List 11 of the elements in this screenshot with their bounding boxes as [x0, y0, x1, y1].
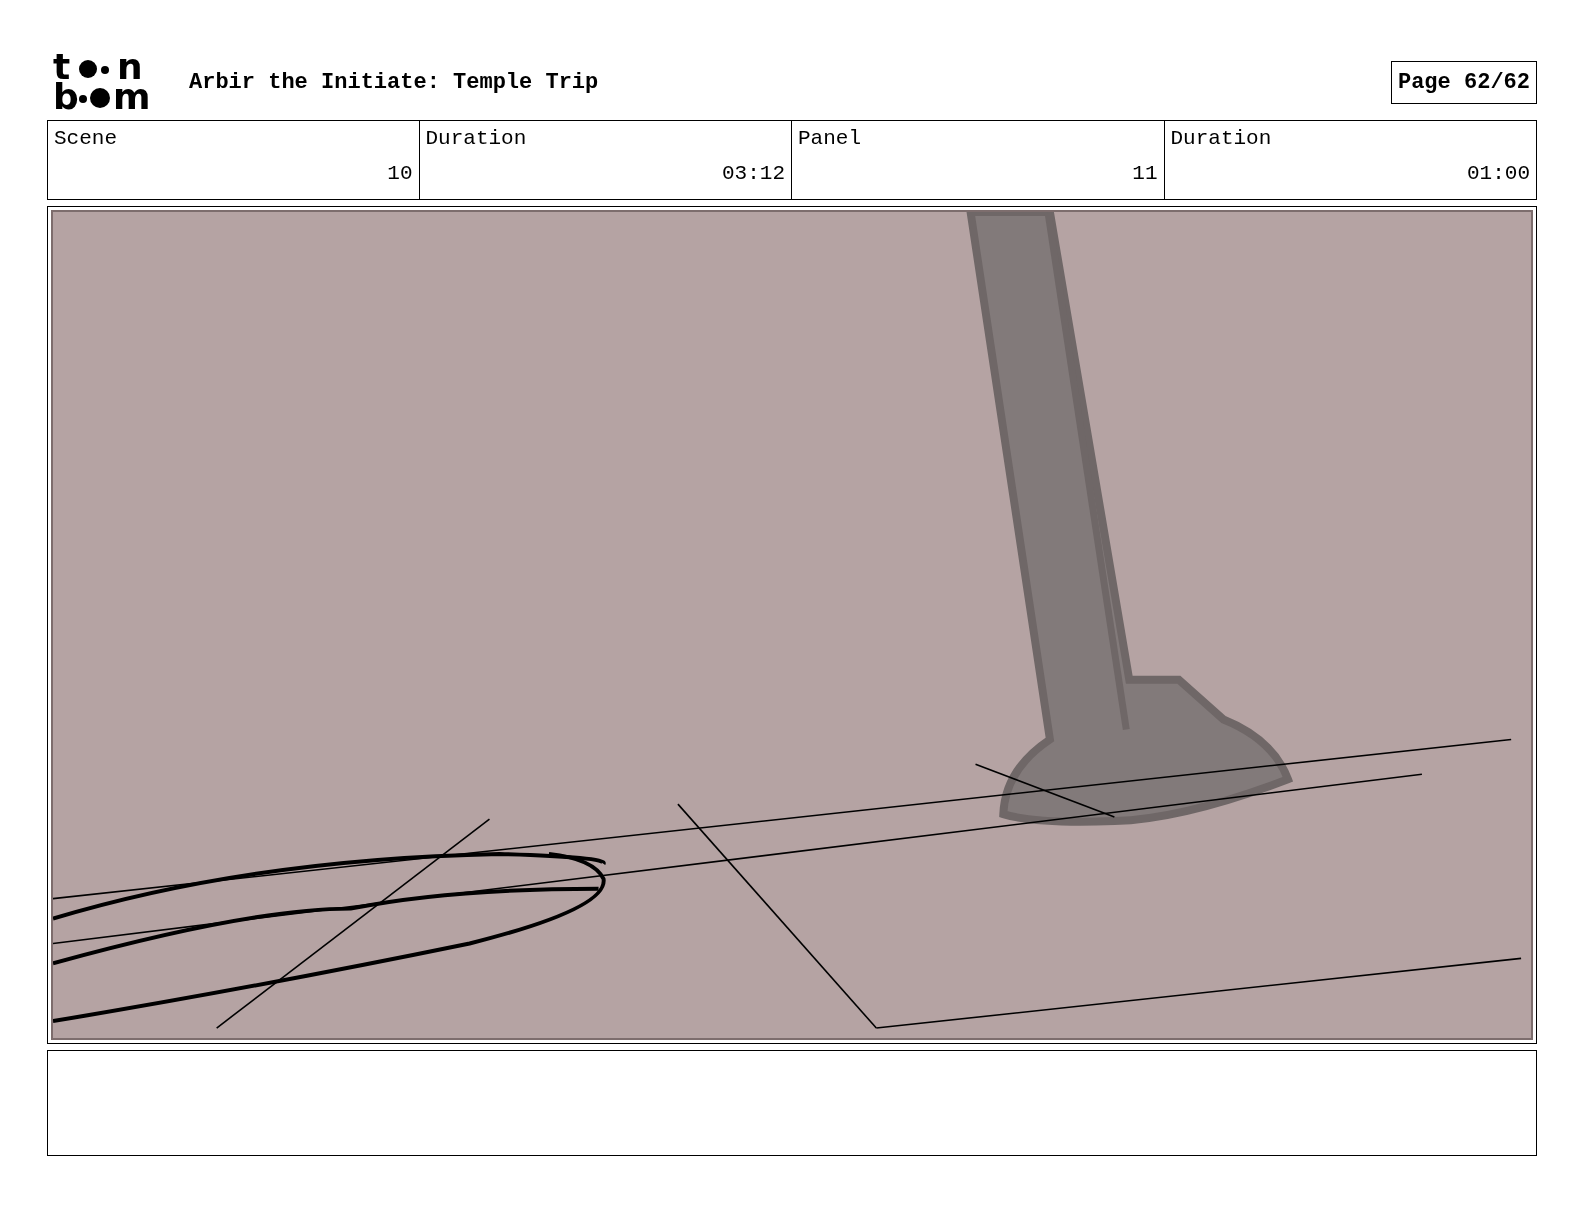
toon-boom-logo: t n b m: [53, 52, 165, 112]
cell-value: 01:00: [1466, 162, 1530, 185]
cell-value: 10: [386, 162, 413, 185]
storyboard-title: Arbir the Initiate: Temple Trip: [189, 69, 600, 95]
column-header: Scene: [54, 127, 118, 150]
column-header: Duration: [425, 127, 528, 150]
cell-value: 11: [1131, 162, 1158, 185]
column-header: Panel: [798, 127, 862, 150]
page-number: Page 62/62: [1390, 60, 1537, 104]
column-header: Duration: [1170, 127, 1273, 150]
cell-value: 03:12: [721, 162, 785, 185]
